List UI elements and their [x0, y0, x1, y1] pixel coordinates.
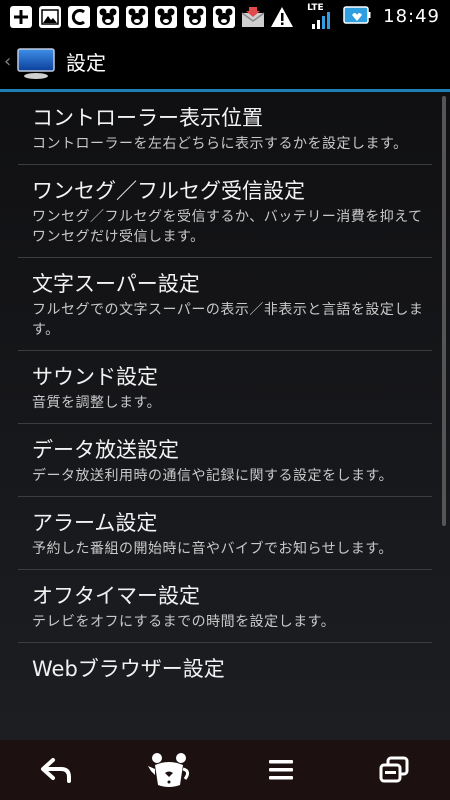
- settings-item-title: データ放送設定: [32, 438, 179, 462]
- character-icon: [182, 4, 208, 30]
- menu-icon: [269, 760, 294, 780]
- settings-item-controller-position[interactable]: コントローラー表示位置 コントローラーを左右どちらに表示するかを設定します。: [18, 92, 432, 165]
- home-button[interactable]: [139, 745, 199, 795]
- scrollbar[interactable]: [442, 96, 446, 526]
- image-icon: [37, 4, 63, 30]
- settings-item-sound[interactable]: サウンド設定 音質を調整します。: [18, 351, 432, 424]
- settings-item-alarm[interactable]: アラーム設定 予約した番組の開始時に音やバイブでお知らせします。: [18, 497, 432, 570]
- warning-icon: [269, 4, 295, 30]
- back-arrow-icon: [41, 758, 72, 783]
- c-app-icon: [66, 4, 92, 30]
- character-icon: [153, 4, 179, 30]
- battery-icon: [343, 5, 371, 28]
- settings-item-captions[interactable]: 文字スーパー設定 フルセグでの文字スーパーの表示／非表示と言語を設定します。: [18, 258, 432, 351]
- settings-item-title: ワンセグ／フルセグ受信設定: [32, 179, 305, 203]
- settings-item-description: データ放送利用時の通信や記録に関する設定をします。: [32, 468, 394, 484]
- mail-download-icon: [240, 4, 266, 30]
- settings-item-description: コントローラーを左右どちらに表示するかを設定します。: [32, 136, 408, 152]
- clock: 18:49: [383, 6, 440, 27]
- page-title: 設定: [66, 51, 106, 75]
- settings-list[interactable]: コントローラー表示位置 コントローラーを左右どちらに表示するかを設定します。 ワ…: [0, 92, 450, 740]
- navigation-bar: [0, 740, 450, 800]
- settings-item-off-timer[interactable]: オフタイマー設定 テレビをオフにするまでの時間を設定します。: [18, 570, 432, 643]
- action-bar[interactable]: ‹ 設定: [0, 33, 450, 90]
- settings-item-reception[interactable]: ワンセグ／フルセグ受信設定 ワンセグ／フルセグを受信するか、バッテリー消費を抑え…: [18, 165, 432, 258]
- settings-item-data-broadcast[interactable]: データ放送設定 データ放送利用時の通信や記録に関する設定をします。: [18, 424, 432, 497]
- screen: LTE 18:49 ‹ 設定 コントローラー表示位置 コントローラーを左右どちら…: [0, 0, 450, 800]
- tv-app-icon[interactable]: [16, 46, 56, 79]
- add-icon: [8, 4, 34, 30]
- settings-item-description: テレビをオフにするまでの時間を設定します。: [32, 614, 336, 630]
- settings-item-description: ワンセグ／フルセグを受信するか、バッテリー消費を抑えてワンセグだけ受信します。: [32, 209, 423, 245]
- character-icon: [124, 4, 150, 30]
- recent-apps-button[interactable]: [364, 745, 424, 795]
- settings-item-title: Webブラウザー設定: [32, 657, 225, 681]
- status-bar: LTE 18:49: [0, 0, 450, 33]
- character-icon: [95, 4, 121, 30]
- recent-apps-icon: [379, 756, 409, 783]
- settings-item-description: 音質を調整します。: [32, 395, 162, 411]
- settings-item-title: コントローラー表示位置: [32, 106, 263, 130]
- menu-button[interactable]: [251, 745, 311, 795]
- settings-item-title: サウンド設定: [32, 365, 158, 389]
- settings-item-title: 文字スーパー設定: [32, 272, 200, 296]
- settings-item-title: オフタイマー設定: [32, 584, 200, 608]
- settings-item-title: アラーム設定: [32, 511, 158, 535]
- settings-item-description: 予約した番組の開始時に音やバイブでお知らせします。: [32, 541, 393, 557]
- settings-item-description: フルセグでの文字スーパーの表示／非表示と言語を設定します。: [32, 302, 424, 338]
- settings-item-web-browser[interactable]: Webブラウザー設定: [18, 643, 432, 693]
- character-teapot-icon: [147, 753, 189, 787]
- chevron-left-icon[interactable]: ‹: [4, 51, 12, 72]
- lte-signal-icon: LTE: [307, 3, 335, 30]
- character-icon: [211, 4, 237, 30]
- back-button[interactable]: [26, 745, 86, 795]
